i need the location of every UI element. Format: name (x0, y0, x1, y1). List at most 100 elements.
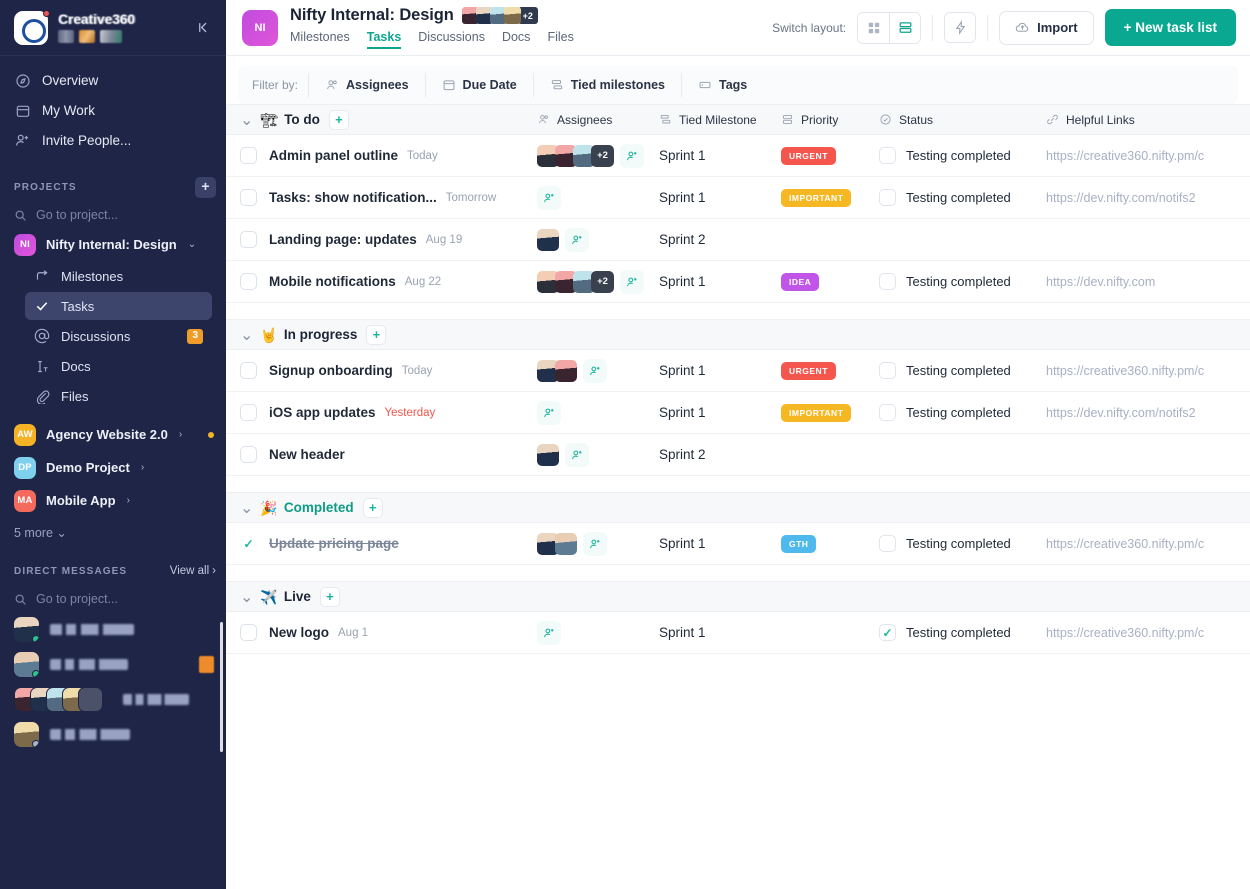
task-title[interactable]: iOS app updates (269, 405, 376, 420)
dm-list-item[interactable] (0, 717, 226, 752)
chevron-right-icon[interactable]: › (179, 429, 182, 440)
sidebar-item-overview[interactable]: Overview (0, 66, 226, 95)
task-title[interactable]: Tasks: show notification... (269, 190, 437, 205)
filter-assignees[interactable]: Assignees (308, 73, 425, 97)
sidebar-item-tasks[interactable]: Tasks (25, 292, 212, 320)
sidebar-scrollbar[interactable] (220, 622, 223, 752)
task-title[interactable]: Mobile notifications (269, 274, 396, 289)
milestone-value[interactable]: Sprint 1 (659, 405, 706, 420)
status-label[interactable]: Testing completed (906, 190, 1011, 205)
group-header-live[interactable]: ⌄ ✈️ Live + (226, 581, 1250, 612)
task-complete-checkbox[interactable] (240, 147, 257, 164)
task-title[interactable]: Landing page: updates (269, 232, 417, 247)
import-button[interactable]: Import (999, 11, 1093, 45)
status-checkbox[interactable] (879, 535, 896, 552)
dm-search-input[interactable]: Go to project... (0, 586, 226, 612)
sidebar-item-my-work[interactable]: My Work (0, 96, 226, 125)
table-row[interactable]: Tasks: show notification... Tomorrow Spr… (226, 177, 1250, 219)
column-header-priority[interactable]: Priority (768, 113, 866, 127)
task-title[interactable]: Update pricing page (269, 536, 399, 551)
filter-tied-milestones[interactable]: Tied milestones (533, 73, 681, 97)
table-row[interactable]: Signup onboarding Today Sprint 1 URGENT (226, 350, 1250, 392)
avatar-stack[interactable] (537, 360, 577, 382)
status-checkbox[interactable] (879, 189, 896, 206)
table-row[interactable]: Admin panel outline Today +2 Sprint 1 U (226, 135, 1250, 177)
avatar-stack[interactable] (537, 533, 577, 555)
list-layout-icon[interactable] (889, 13, 920, 43)
avatar-overflow-badge[interactable]: +2 (591, 145, 614, 167)
milestone-value[interactable]: Sprint 1 (659, 625, 706, 640)
chevron-right-icon[interactable]: › (141, 462, 144, 473)
dm-list-item[interactable] (0, 612, 226, 647)
status-checkbox[interactable] (879, 362, 896, 379)
status-label[interactable]: Testing completed (906, 363, 1011, 378)
helpful-link[interactable]: https://dev.nifty.com/notifs2 (1046, 191, 1196, 205)
task-complete-checkbox[interactable] (240, 624, 257, 641)
priority-badge[interactable]: IMPORTANT (781, 404, 851, 422)
task-complete-checkbox[interactable] (240, 273, 257, 290)
milestone-value[interactable]: Sprint 1 (659, 274, 706, 289)
chevron-down-icon[interactable]: ⌄ (240, 587, 253, 607)
chevron-down-icon[interactable]: ⌄ (240, 325, 253, 345)
priority-badge[interactable]: URGENT (781, 362, 836, 380)
task-complete-checkbox[interactable] (240, 189, 257, 206)
lightning-bolt-icon[interactable] (944, 12, 976, 43)
task-complete-checkbox[interactable] (240, 231, 257, 248)
add-task-button[interactable]: + (320, 587, 340, 607)
priority-badge[interactable]: IMPORTANT (781, 189, 851, 207)
add-assignee-icon[interactable] (583, 359, 607, 383)
sidebar-item-milestones[interactable]: Milestones (25, 262, 212, 290)
status-label[interactable]: Testing completed (906, 274, 1011, 289)
helpful-link[interactable]: https://creative360.nifty.pm/c (1046, 364, 1204, 378)
avatar-overflow-badge[interactable]: +2 (591, 271, 614, 293)
add-assignee-icon[interactable] (537, 621, 561, 645)
tab-milestones[interactable]: Milestones (290, 30, 350, 49)
table-row[interactable]: New logo Aug 1 Sprint 1 Testing complete… (226, 612, 1250, 654)
task-complete-checkbox[interactable] (240, 535, 257, 552)
add-assignee-icon[interactable] (565, 228, 589, 252)
collapse-sidebar-icon[interactable] (192, 17, 214, 39)
milestone-value[interactable]: Sprint 2 (659, 447, 706, 462)
milestone-value[interactable]: Sprint 1 (659, 148, 706, 163)
task-title[interactable]: New logo (269, 625, 329, 640)
add-task-button[interactable]: + (366, 325, 386, 345)
task-due-date[interactable]: Tomorrow (446, 192, 496, 204)
task-due-date[interactable]: Today (402, 365, 433, 377)
helpful-link[interactable]: https://creative360.nifty.pm/c (1046, 626, 1204, 640)
chevron-right-icon[interactable]: › (127, 495, 130, 506)
task-complete-checkbox[interactable] (240, 404, 257, 421)
status-checkbox[interactable] (879, 147, 896, 164)
sidebar-item-docs[interactable]: Docs (25, 352, 212, 380)
helpful-link[interactable]: https://creative360.nifty.pm/c (1046, 537, 1204, 551)
add-assignee-icon[interactable] (583, 532, 607, 556)
sidebar-project-nifty-internal-design[interactable]: NI Nifty Internal: Design ⌄ (0, 228, 226, 261)
member-avatar-stack[interactable]: +2 (462, 7, 538, 24)
sidebar-item-invite-people[interactable]: Invite People... (0, 126, 226, 155)
group-header-completed[interactable]: ⌄ 🎉 Completed + (226, 492, 1250, 523)
helpful-link[interactable]: https://creative360.nifty.pm/c (1046, 149, 1204, 163)
milestone-value[interactable]: Sprint 1 (659, 190, 706, 205)
group-header-todo[interactable]: ⌄ 🏗 To do + (226, 110, 526, 130)
task-title[interactable]: Signup onboarding (269, 363, 393, 378)
status-label[interactable]: Testing completed (906, 625, 1011, 640)
tab-files[interactable]: Files (547, 30, 573, 49)
task-due-date[interactable]: Aug 22 (405, 276, 441, 288)
new-task-list-button[interactable]: + New task list (1105, 9, 1236, 46)
tab-tasks[interactable]: Tasks (367, 30, 402, 49)
table-row[interactable]: Mobile notifications Aug 22 +2 Sprint 1 (226, 261, 1250, 303)
table-row[interactable]: New header Sprint 2 (226, 434, 1250, 476)
priority-badge[interactable]: URGENT (781, 147, 836, 165)
status-label[interactable]: Testing completed (906, 536, 1011, 551)
sidebar-project-demo-project[interactable]: DP Demo Project › (0, 451, 226, 484)
column-header-assignees[interactable]: Assignees (526, 113, 646, 127)
task-title[interactable]: New header (269, 447, 345, 462)
tab-discussions[interactable]: Discussions (418, 30, 485, 49)
task-due-date[interactable]: Aug 19 (426, 234, 462, 246)
chevron-down-icon[interactable]: ⌄ (240, 498, 253, 518)
status-checkbox[interactable] (879, 404, 896, 421)
sidebar-project-mobile-app[interactable]: MA Mobile App › (0, 484, 226, 517)
sidebar-item-discussions[interactable]: Discussions 3 (25, 322, 212, 350)
task-due-date[interactable]: Yesterday (385, 407, 436, 419)
column-header-tied-milestone[interactable]: Tied Milestone (646, 113, 768, 127)
status-checkbox[interactable] (879, 273, 896, 290)
